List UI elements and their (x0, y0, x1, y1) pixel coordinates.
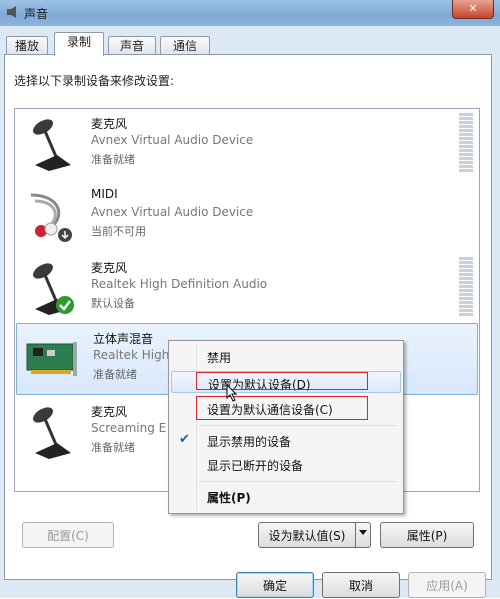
device-description: Avnex Virtual Audio Device (91, 133, 254, 147)
tab-communications[interactable]: 通信 (160, 36, 210, 55)
chevron-down-icon (359, 530, 367, 535)
menu-item-label: 显示已断开的设备 (207, 459, 304, 473)
list-item[interactable]: 麦克风 Avnex Virtual Audio Device 准备就绪 (15, 109, 479, 179)
properties-button[interactable]: 属性(P) (380, 522, 474, 548)
device-description: Realtek High Definition Audio (91, 277, 268, 291)
menu-item-properties[interactable]: 属性(P) (171, 485, 399, 507)
menu-separator (199, 481, 397, 482)
device-name: 立体声混音 (93, 332, 154, 346)
set-default-button[interactable]: 设为默认值(S) (258, 522, 356, 548)
microphone-icon (33, 119, 71, 171)
sound-card-icon (26, 342, 77, 376)
menu-separator (199, 425, 397, 426)
context-menu: 禁用 设置为默认设备(D) 设置为默认通信设备(C) ✔ 显示禁用的设备 显示已… (168, 340, 404, 514)
list-item[interactable]: 麦克风 Realtek High Definition Audio 默认设备 (15, 253, 479, 323)
menu-item-show-disabled-devices[interactable]: ✔ 显示禁用的设备 (171, 429, 399, 451)
configure-button[interactable]: 配置(C) (22, 522, 114, 548)
device-status: 当前不可用 (91, 225, 146, 238)
set-default-dropdown-arrow[interactable] (355, 522, 371, 548)
checkmark-icon: ✔ (179, 432, 190, 447)
device-status: 默认设备 (91, 297, 135, 310)
menu-item-label: 属性(P) (207, 491, 251, 505)
microphone-icon (33, 407, 71, 459)
close-button[interactable]: ✕ (452, 0, 494, 19)
menu-item-label: 禁用 (207, 351, 232, 365)
tab-recording[interactable]: 录制 (54, 32, 104, 56)
device-status: 准备就绪 (91, 441, 135, 454)
menu-item-label: 显示禁用的设备 (207, 435, 292, 449)
device-name: 麦克风 (91, 117, 128, 131)
device-description: Realtek High (93, 348, 170, 362)
device-name: MIDI (91, 187, 118, 201)
device-status: 准备就绪 (91, 153, 135, 166)
tab-playback[interactable]: 播放 (6, 36, 48, 55)
level-meter (459, 257, 473, 317)
tab-sounds[interactable]: 声音 (108, 36, 156, 55)
list-item[interactable]: MIDI Avnex Virtual Audio Device 当前不可用 (15, 181, 479, 251)
menu-item-disable[interactable]: 禁用 (171, 345, 399, 367)
device-description: Avnex Virtual Audio Device (91, 205, 254, 219)
highlight-box (196, 372, 368, 390)
device-status: 准备就绪 (93, 368, 137, 381)
check-badge-icon (56, 296, 74, 314)
ok-button[interactable]: 确定 (236, 572, 314, 598)
instruction-text: 选择以下录制设备来修改设置: (14, 74, 175, 88)
device-description: Screaming E (91, 421, 167, 435)
title-bar: 声音 ✕ (0, 0, 500, 26)
mouse-cursor-icon (226, 384, 238, 402)
window-title: 声音 (24, 7, 49, 21)
cancel-button[interactable]: 取消 (322, 572, 400, 598)
device-name: 麦克风 (91, 405, 128, 419)
menu-item-show-disconnected-devices[interactable]: 显示已断开的设备 (171, 453, 399, 475)
midi-cable-icon (30, 193, 72, 242)
microphone-icon (33, 263, 74, 315)
device-name: 麦克风 (91, 261, 128, 275)
speaker-icon (7, 6, 16, 18)
highlight-box (196, 396, 368, 420)
level-meter (459, 113, 473, 173)
apply-button[interactable]: 应用(A) (408, 572, 486, 598)
